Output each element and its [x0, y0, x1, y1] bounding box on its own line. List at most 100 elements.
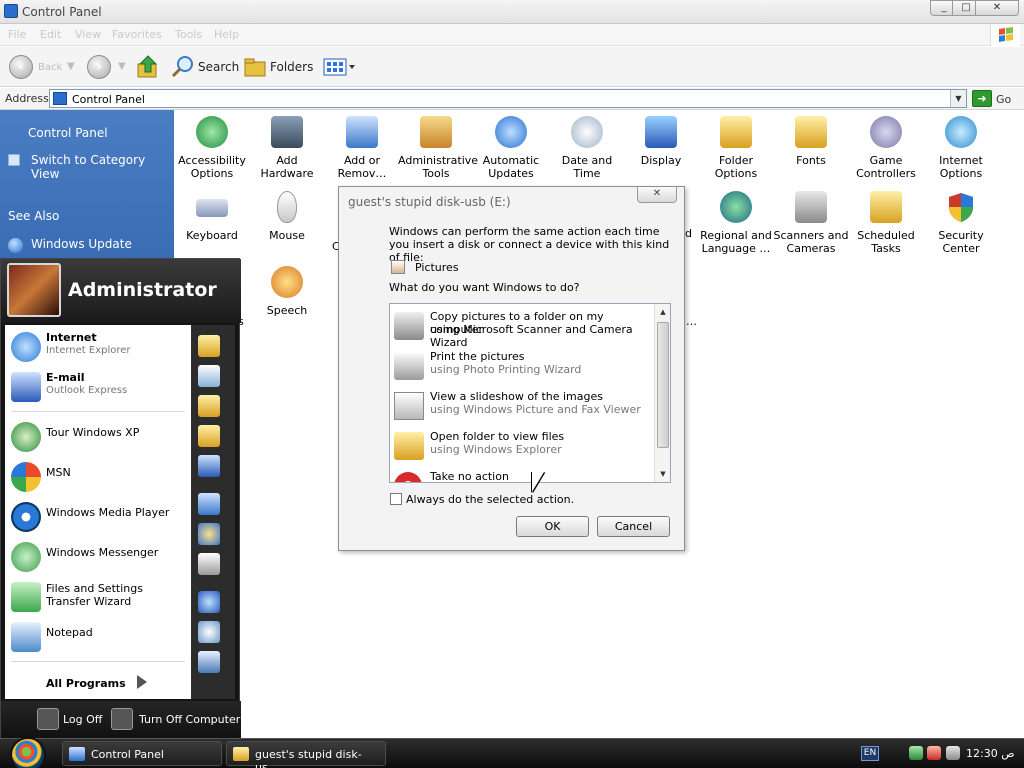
set-program-access-icon[interactable] [198, 523, 220, 545]
scroll-up-icon[interactable]: ▲ [655, 304, 670, 320]
switch-to-category-view-link[interactable]: Switch to Category View [31, 153, 161, 181]
cp-item-speech[interactable]: Speech [249, 262, 325, 332]
action-view-slideshow[interactable]: View a slideshow of the images using Win… [392, 386, 654, 426]
cp-item-automatic-updates[interactable]: Automatic Updates [473, 112, 549, 182]
cp-item-security-center[interactable]: Security Center [923, 187, 999, 257]
cp-item-label: Add or Remov… [337, 154, 387, 180]
globe-icon [720, 191, 752, 223]
menu-file[interactable]: File [8, 28, 26, 41]
folder-icon [233, 747, 249, 761]
address-dropdown-icon[interactable]: ▼ [950, 90, 966, 107]
my-music-icon[interactable] [198, 425, 220, 447]
cp-item-administrative-tools[interactable]: Administrative Tools [398, 112, 478, 182]
menu-favorites[interactable]: Favorites [112, 28, 162, 41]
up-folder-icon[interactable] [136, 54, 160, 80]
always-do-label[interactable]: Always do the selected action. [406, 493, 574, 506]
cp-item-scanners-cameras[interactable]: Scanners and Cameras [773, 187, 849, 257]
start-button[interactable] [8, 737, 52, 768]
action-list[interactable]: Copy pictures to a folder on my computer… [389, 303, 671, 483]
menu-tools[interactable]: Tools [175, 28, 202, 41]
cp-item-scheduled-tasks[interactable]: Scheduled Tasks [848, 187, 924, 257]
address-input[interactable]: Control Panel ▼ [49, 89, 967, 108]
start-item-msn[interactable]: MSN [5, 459, 191, 495]
cancel-button[interactable]: Cancel [597, 516, 670, 537]
cp-item-add-remove-programs[interactable]: Add or Remov… [324, 112, 400, 182]
start-item-files-settings-transfer[interactable]: Files and Settings Transfer Wizard [5, 579, 191, 615]
action-copy-pictures[interactable]: Copy pictures to a folder on my computer… [392, 306, 654, 349]
back-dropdown-icon[interactable]: ▼ [67, 61, 75, 72]
cp-item-mouse[interactable]: Mouse [249, 187, 325, 257]
menu-help[interactable]: Help [214, 28, 239, 41]
action-open-folder[interactable]: Open folder to view files using Windows … [392, 426, 654, 466]
folder-icon [394, 432, 424, 460]
start-item-email[interactable]: E-mail Outlook Express [5, 369, 191, 405]
start-item-notepad[interactable]: Notepad [5, 619, 191, 655]
cp-item-folder-options[interactable]: Folder Options [698, 112, 774, 182]
start-item-title: Windows Messenger [46, 546, 159, 559]
start-item-tour-windows-xp[interactable]: Tour Windows XP [5, 419, 191, 455]
turn-off-computer-button[interactable]: Turn Off Computer [139, 713, 240, 726]
action-take-no-action[interactable]: Take no action [392, 466, 654, 482]
my-pictures-icon[interactable] [198, 395, 220, 417]
close-button[interactable]: ✕ [975, 0, 1019, 16]
power-icon[interactable] [111, 708, 133, 730]
folders-icon[interactable] [243, 55, 269, 79]
go-button[interactable]: ➜ Go [972, 90, 1022, 108]
start-item-windows-messenger[interactable]: Windows Messenger [5, 539, 191, 575]
language-indicator[interactable]: EN [861, 746, 879, 761]
scrollbar-thumb[interactable] [657, 322, 669, 448]
start-item-internet[interactable]: Internet Internet Explorer [5, 329, 191, 365]
printers-faxes-icon[interactable] [198, 553, 220, 575]
cp-item-date-and-time[interactable]: Date and Time [549, 112, 625, 182]
search-icon[interactable] [170, 55, 196, 79]
back-arrow-icon[interactable]: ‹ [9, 55, 33, 79]
scroll-down-icon[interactable]: ▼ [655, 466, 670, 482]
my-computer-icon[interactable] [198, 455, 220, 477]
volume-icon[interactable] [946, 746, 960, 760]
action-list-scrollbar[interactable]: ▲ ▼ [654, 304, 670, 482]
cp-item-internet-options[interactable]: Internet Options [923, 112, 999, 182]
toolbar: ‹ Back ▼ › ▼ Search Folders [0, 47, 1024, 87]
all-programs-button[interactable]: All Programs [5, 665, 191, 699]
folders-label[interactable]: Folders [270, 60, 313, 74]
cp-item-display[interactable]: Display [623, 112, 699, 182]
network-icon[interactable] [909, 746, 923, 760]
cp-item-accessibility[interactable]: Accessibility Options [174, 112, 250, 182]
cp-item-game-controllers[interactable]: Game Controllers [848, 112, 924, 182]
security-alert-icon[interactable] [927, 746, 941, 760]
lock-icon[interactable] [37, 708, 59, 730]
views-icon[interactable] [323, 57, 357, 77]
search-icon[interactable] [198, 621, 220, 643]
start-item-title: Notepad [46, 626, 93, 639]
scanner-icon [795, 191, 827, 223]
my-documents-icon[interactable] [198, 335, 220, 357]
start-item-title: E-mail [46, 371, 85, 384]
run-icon[interactable] [198, 651, 220, 673]
menu-view[interactable]: View [75, 28, 101, 41]
cp-item-regional-language[interactable]: Regional and Language … [698, 187, 774, 257]
windows-logo-icon [990, 24, 1020, 46]
windows-update-icon [8, 238, 23, 253]
recent-documents-icon[interactable] [198, 365, 220, 387]
cp-item-keyboard[interactable]: Keyboard [174, 187, 250, 257]
ok-button[interactable]: OK [516, 516, 589, 537]
start-item-windows-media-player[interactable]: Windows Media Player [5, 499, 191, 535]
forward-arrow-icon[interactable]: › [87, 55, 111, 79]
cp-item-add-hardware[interactable]: Add Hardware [249, 112, 325, 182]
window-title: Control Panel [22, 5, 102, 19]
menu-edit[interactable]: Edit [40, 28, 61, 41]
forward-dropdown-icon[interactable]: ▼ [118, 61, 126, 72]
help-icon[interactable] [198, 591, 220, 613]
control-panel-icon[interactable] [198, 493, 220, 515]
cp-item-fonts[interactable]: Fonts [773, 112, 849, 182]
action-print-pictures[interactable]: Print the pictures using Photo Printing … [392, 346, 654, 386]
windows-update-link[interactable]: Windows Update [31, 237, 132, 251]
log-off-button[interactable]: Log Off [63, 713, 102, 726]
always-do-checkbox[interactable] [390, 493, 402, 505]
control-panel-icon [69, 747, 85, 761]
user-avatar[interactable] [7, 263, 61, 317]
dialog-close-button[interactable]: ✕ [637, 187, 677, 203]
taskbar-autoplay-dialog[interactable]: guest's stupid disk-us… [226, 741, 386, 768]
taskbar-control-panel[interactable]: Control Panel [62, 741, 222, 766]
search-label[interactable]: Search [198, 60, 239, 74]
